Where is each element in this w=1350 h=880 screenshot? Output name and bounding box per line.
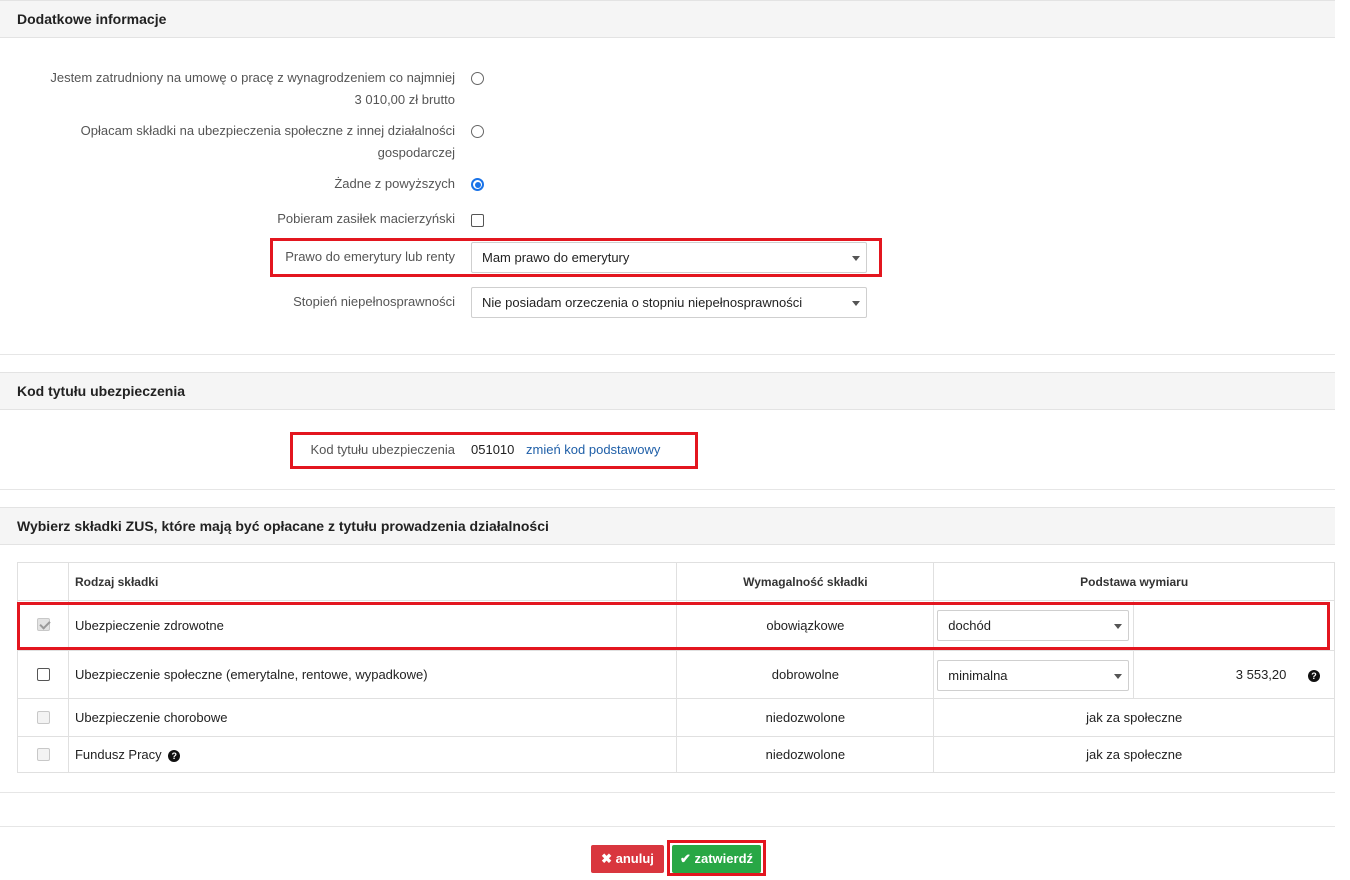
table-row: Ubezpieczenie chorobowe niedozwolone jak… (17, 698, 1335, 737)
radio-none[interactable] (471, 178, 484, 191)
divider (0, 792, 1335, 793)
disability-select-value: Nie posiadam orzeczenia o stopniu niepeł… (482, 295, 803, 310)
label-line: 3 010,00 zł brutto (354, 92, 455, 107)
zus-contributions-table: Rodzaj składki Wymagalność składki Podst… (17, 562, 1335, 773)
option-other-business-label: Opłacam składki na ubezpieczenia społecz… (81, 120, 455, 164)
row-basis-text: jak za społeczne (933, 698, 1335, 737)
cancel-label: anuluj (615, 851, 654, 866)
row-name: Fundusz Pracy (74, 747, 162, 762)
table-row: Fundusz Pracy ? niedozwolone jak za społ… (17, 736, 1335, 773)
section-title: Dodatkowe informacje (17, 11, 167, 27)
row-checkbox-cell (17, 736, 69, 773)
row-checkbox-cell (17, 650, 69, 699)
table-header-row: Rodzaj składki Wymagalność składki Podst… (17, 562, 1335, 601)
row-requirement: dobrowolne (676, 650, 935, 699)
question-circle-icon[interactable]: ? (1308, 669, 1320, 682)
option-none-label: Żadne z powyższych (334, 176, 455, 191)
maternity-checkbox[interactable] (471, 214, 484, 227)
insurance-code-value: 051010 (471, 442, 515, 457)
option-employment-label: Jestem zatrudniony na umowę o pracę z wy… (50, 67, 455, 111)
row-amount: 3 553,20 (1235, 667, 1287, 682)
disability-select[interactable]: Nie posiadam orzeczenia o stopniu niepeł… (471, 287, 867, 318)
header-basis: Podstawa wymiaru (933, 562, 1335, 601)
header-requirement: Wymagalność składki (676, 562, 935, 601)
radio-employment[interactable] (471, 72, 484, 85)
highlight-health-row (17, 602, 1330, 650)
row-requirement: niedozwolone (676, 698, 935, 737)
change-code-link[interactable]: zmień kod podstawowy (526, 439, 660, 461)
row-amount-cell: 3 553,20 ? (1133, 650, 1335, 699)
divider (0, 826, 1335, 827)
chevron-down-icon (852, 256, 860, 261)
section-insurance-code-header: Kod tytułu ubezpieczenia (0, 372, 1335, 410)
pension-select-value: Mam prawo do emerytury (482, 250, 630, 265)
check-icon: ✔ (679, 851, 691, 866)
section-title: Kod tytułu ubezpieczenia (17, 383, 186, 399)
table-row: Ubezpieczenie społeczne (emerytalne, ren… (17, 650, 1335, 699)
header-type: Rodzaj składki (67, 562, 678, 601)
radio-other-business[interactable] (471, 125, 484, 138)
section-zus-header: Wybierz składki ZUS, które mają być opła… (0, 507, 1335, 545)
label-line: Jestem zatrudniony na umowę o pracę z wy… (50, 70, 455, 85)
row-name: Ubezpieczenie chorobowe (67, 698, 678, 737)
disability-label: Stopień niepełnosprawności (293, 294, 455, 309)
label-line: gospodarczej (377, 145, 455, 160)
pension-label: Prawo do emerytury lub renty (285, 249, 455, 264)
row-checkbox-social[interactable] (37, 668, 50, 681)
row-basis-text: jak za społeczne (933, 736, 1335, 773)
confirm-label: zatwierdź (694, 851, 754, 866)
chevron-down-icon (852, 301, 860, 306)
insurance-code-label: Kod tytułu ubezpieczenia (310, 442, 455, 457)
basis-select-value: minimalna (948, 668, 1008, 683)
row-basis-select-cell: minimalna (933, 650, 1135, 699)
label-line: Opłacam składki na ubezpieczenia społecz… (80, 123, 455, 138)
chevron-down-icon (1114, 674, 1123, 679)
row-requirement: niedozwolone (676, 736, 935, 773)
row-checkbox-sickness (37, 711, 50, 724)
section-title: Wybierz składki ZUS, które mają być opła… (17, 518, 549, 534)
confirm-button[interactable]: ✔ zatwierdź (672, 845, 761, 873)
row-checkbox-labour-fund (37, 748, 50, 761)
row-checkbox-cell (17, 698, 69, 737)
basis-select-social[interactable]: minimalna (937, 660, 1130, 691)
close-icon: ✖ (601, 851, 612, 866)
cancel-button[interactable]: ✖ anuluj (591, 845, 664, 873)
row-name: Ubezpieczenie społeczne (emerytalne, ren… (67, 650, 678, 699)
divider (0, 354, 1335, 355)
section-additional-info-header: Dodatkowe informacje (0, 0, 1335, 38)
pension-select[interactable]: Mam prawo do emerytury (471, 242, 867, 273)
header-checkbox-cell (17, 562, 69, 601)
question-circle-icon[interactable]: ? (168, 749, 181, 762)
divider (0, 489, 1335, 490)
row-name-cell: Fundusz Pracy ? (67, 736, 678, 773)
maternity-label: Pobieram zasiłek macierzyński (277, 211, 455, 226)
